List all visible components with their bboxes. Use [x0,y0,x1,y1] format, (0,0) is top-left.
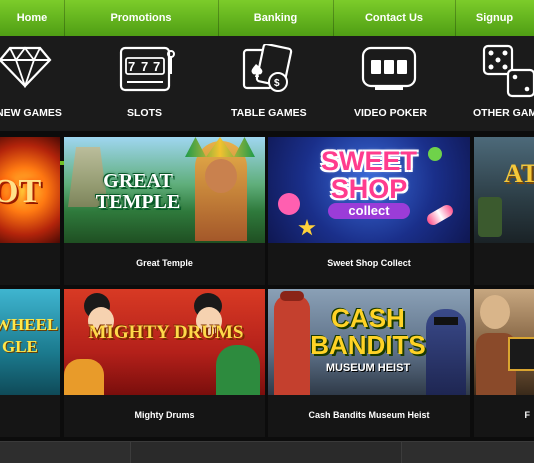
game-title: Sweet Shop Collect [327,258,411,268]
game-art-text: GLE [2,337,38,356]
nav-signup[interactable]: Signup [455,0,534,36]
game-artwork: AT [474,137,534,243]
top-navigation: Home Promotions Banking Contact Us Signu… [0,0,534,36]
game-tile[interactable]: F [474,289,534,437]
game-art-text: WHEEL [0,315,59,334]
game-title [0,393,60,437]
nav-promotions[interactable]: Promotions [64,0,219,36]
game-artwork: GREAT TEMPLE [64,137,265,243]
category-slots[interactable]: 7 7 7 SLOTS [105,36,185,131]
game-title [0,241,60,285]
category-label: NEW GAMES [0,107,62,119]
game-tile-cash-bandits-museum-heist[interactable]: CASH BANDITS MUSEUM HEIST Cash Bandits M… [268,289,470,437]
svg-text:7: 7 [128,59,135,74]
game-artwork [474,289,534,395]
category-label: VIDEO POKER [354,107,427,119]
category-bar: NEW GAMES 7 7 7 SLOTS $ TABLE GAMES VIDE… [0,36,534,165]
cards-chip-icon: $ [242,44,293,92]
category-label: SLOTS [127,107,163,119]
dice-icon [482,44,534,98]
bottom-bar [0,441,534,463]
games-grid: OT GREAT TEMPLE Great Temple SWEET SHOP … [0,131,534,441]
game-title: Mighty Drums [134,410,195,420]
game-art-subtitle: collect [328,203,410,219]
category-other-games[interactable]: OTHER GAMES [470,36,534,131]
game-artwork: CASH BANDITS MUSEUM HEIST [268,289,470,395]
game-art-text: GREAT TEMPLE [95,170,181,213]
svg-text:7: 7 [141,59,148,74]
bottom-bar-segment [0,442,131,463]
game-art-text: AT [504,159,534,188]
video-poker-icon [361,46,417,90]
slot-machine-icon: 7 7 7 [119,46,175,92]
category-table-games[interactable]: $ TABLE GAMES [224,36,314,131]
game-art-text: SWEET SHOP [320,146,417,204]
game-tile[interactable]: AT [474,137,534,285]
game-tile-mighty-drums[interactable]: MIGHTY DRUMS Mighty Drums [64,289,265,437]
category-label: OTHER GAMES [473,107,534,119]
game-art-text: MIGHTY DRUMS [88,322,244,343]
svg-text:7: 7 [153,59,160,74]
game-title: Cash Bandits Museum Heist [308,410,430,420]
game-artwork: WHEEL GLE [0,289,60,395]
nav-home[interactable]: Home [0,0,65,36]
game-tile[interactable]: WHEEL GLE [0,289,60,437]
game-tile-great-temple[interactable]: GREAT TEMPLE Great Temple [64,137,265,285]
category-label: TABLE GAMES [231,107,307,119]
diamond-icon [0,46,52,88]
game-tile[interactable]: OT [0,137,60,285]
game-title: Great Temple [136,258,193,268]
game-artwork: OT [0,137,60,243]
nav-banking[interactable]: Banking [218,0,334,36]
game-art-text: OT [0,173,42,210]
category-video-poker[interactable]: VIDEO POKER [345,36,435,131]
svg-text:$: $ [274,78,280,89]
category-new-games[interactable]: NEW GAMES [0,36,64,131]
game-title: F [524,410,531,420]
game-art-text: CASH BANDITS [310,303,426,360]
bottom-bar-segment [131,442,402,463]
game-art-subtitle: MUSEUM HEIST [325,362,411,374]
nav-contact-us[interactable]: Contact Us [333,0,456,36]
game-artwork: MIGHTY DRUMS [64,289,265,395]
game-artwork: SWEET SHOP collect [268,137,470,243]
bottom-bar-segment [402,442,534,463]
game-tile-sweet-shop-collect[interactable]: SWEET SHOP collect Sweet Shop Collect [268,137,470,285]
game-title [474,241,534,285]
